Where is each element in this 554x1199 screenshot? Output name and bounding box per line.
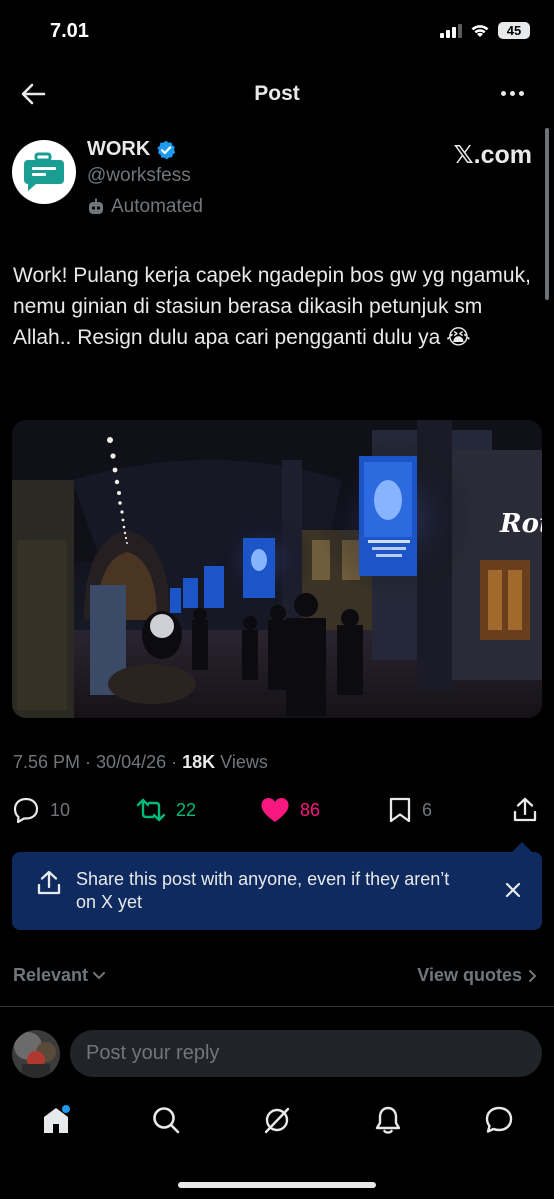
nav-messages[interactable] (481, 1102, 517, 1138)
share-icon (513, 797, 537, 822)
nav-notifications[interactable] (370, 1102, 406, 1138)
station-photo: Roti (12, 420, 542, 718)
post-text: Work! Pulang kerja capek ngadepin bos gw… (13, 264, 531, 349)
share-banner-text: Share this post with anyone, even if the… (76, 869, 450, 912)
bookmark-button[interactable]: 6 (388, 796, 432, 824)
repost-count: 22 (176, 799, 197, 820)
battery-icon: 45 (498, 22, 530, 39)
automated-label: Automated (87, 196, 203, 218)
reply-input[interactable] (70, 1030, 542, 1077)
author-name[interactable]: WORK (87, 138, 150, 161)
briefcase-chat-icon (24, 152, 64, 191)
reply-count: 10 (50, 799, 71, 820)
messages-icon (485, 1106, 513, 1133)
user-avatar[interactable] (12, 1030, 60, 1078)
post-time: 7.56 PM (13, 752, 81, 772)
post-meta: 7.56 PM · 30/04/26 · 18K Views (13, 752, 268, 772)
divider (0, 1006, 554, 1007)
scrollbar[interactable] (545, 128, 549, 300)
user-avatar-image (12, 1030, 60, 1078)
nav-search[interactable] (148, 1102, 184, 1138)
status-icons: 45 (440, 22, 530, 39)
chevron-right-icon (529, 969, 537, 982)
sort-label: Relevant (13, 965, 89, 985)
repost-icon (136, 798, 166, 822)
chevron-down-icon (93, 971, 106, 979)
source-label: 𝕏.com (453, 141, 533, 169)
post-date: 30/04/26 (96, 752, 167, 772)
reply-icon (13, 797, 39, 824)
page-title: Post (254, 82, 300, 105)
home-indicator (178, 1182, 376, 1188)
close-icon[interactable] (503, 880, 523, 900)
repost-button[interactable]: 22 (136, 796, 196, 824)
post-image[interactable]: Roti (12, 420, 542, 718)
share-banner-caret (512, 842, 532, 852)
author-handle[interactable]: @worksfess (87, 165, 191, 187)
view-quotes-label: View quotes (417, 965, 522, 985)
views-count: 18K (182, 752, 216, 772)
bookmark-icon (389, 797, 411, 823)
like-count: 86 (300, 799, 321, 820)
nav-home[interactable] (38, 1102, 74, 1138)
author-avatar[interactable] (12, 140, 76, 204)
home-icon (44, 1105, 70, 1133)
automated-text: Automated (111, 196, 203, 217)
heart-icon (261, 798, 289, 822)
bell-icon (375, 1106, 401, 1134)
like-button[interactable]: 86 (260, 796, 320, 824)
share-banner-icon (37, 870, 61, 895)
reply-button[interactable]: 10 (12, 796, 70, 824)
verified-badge-icon (157, 140, 176, 159)
signal-icon (440, 23, 462, 38)
shop-sign-text: Roti (499, 509, 542, 539)
view-quotes-link[interactable]: View quotes (417, 965, 538, 986)
search-icon (153, 1107, 180, 1134)
sort-dropdown[interactable]: Relevant (13, 965, 106, 986)
more-options-icon[interactable] (501, 91, 524, 96)
author-name-row[interactable]: WORK (87, 138, 176, 161)
views-label: Views (220, 752, 268, 772)
grok-icon (264, 1107, 290, 1134)
wifi-icon (471, 25, 489, 37)
bot-icon (89, 198, 103, 214)
share-button[interactable] (512, 796, 538, 824)
bookmark-count: 6 (422, 799, 433, 820)
nav-grok[interactable] (259, 1102, 295, 1138)
status-time: 7.01 (50, 20, 89, 42)
